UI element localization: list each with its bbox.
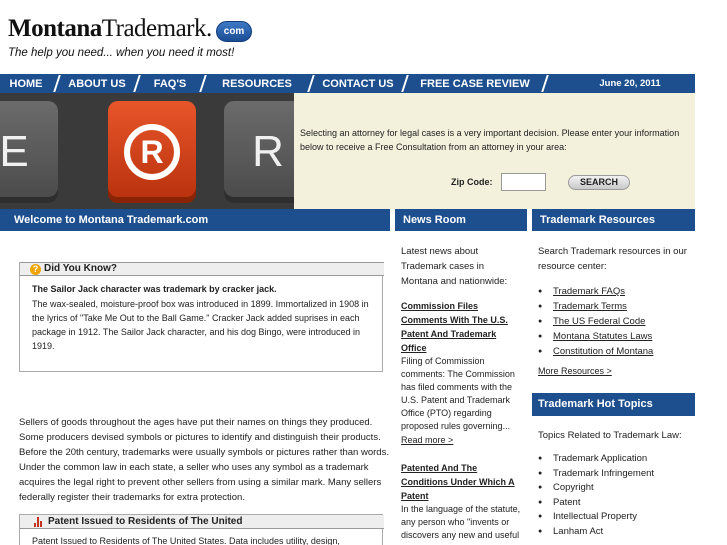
nav-home[interactable]: HOME	[0, 74, 52, 93]
resource-link[interactable]: Trademark Terms	[538, 299, 698, 314]
zip-code-input[interactable]	[501, 173, 546, 191]
nav-date: June 20, 2011	[599, 78, 661, 89]
hot-topic-item[interactable]: Copyright	[538, 481, 698, 496]
nav-faqs[interactable]: FAQ'S	[142, 74, 198, 93]
trademark-intro-text: Sellers of goods throughout the ages hav…	[19, 417, 389, 503]
read-more-link[interactable]: Read more >	[401, 433, 523, 448]
nav-resources[interactable]: RESOURCES	[208, 74, 306, 93]
nav-free-case-review[interactable]: FREE CASE REVIEW	[410, 74, 540, 93]
hot-topics-intro: Topics Related to Trademark Law:	[538, 430, 682, 441]
site-logo[interactable]: Montana Trademark. com	[8, 12, 253, 46]
consultation-form: Selecting an attorney for legal cases is…	[294, 93, 695, 209]
registered-icon: R	[124, 124, 180, 180]
logo-name-regular: Trademark.	[101, 15, 213, 42]
resource-link[interactable]: Constitution of Montana	[538, 344, 698, 359]
resource-link[interactable]: Trademark FAQs	[538, 284, 698, 299]
patent-header: Patent Issued to Residents of The United	[20, 515, 384, 529]
bar-chart-icon	[34, 516, 42, 527]
did-you-know-title: Did You Know?	[44, 263, 117, 274]
keyboard-hero-image: E R R	[0, 93, 294, 209]
hot-topic-item[interactable]: Patent	[538, 496, 698, 511]
hot-topic-item[interactable]: Trademark Infringement	[538, 467, 698, 482]
resource-link[interactable]: Montana Statutes Laws	[538, 329, 698, 344]
main-nav: HOME ABOUT US FAQ'S RESOURCES CONTACT US…	[0, 74, 695, 93]
nav-divider	[400, 74, 410, 93]
tagline: The help you need... when you need it mo…	[8, 47, 235, 59]
news-headline[interactable]: Patented And The Conditions Under Which …	[401, 461, 523, 503]
news-summary: Filing of Commission comments: The Commi…	[401, 356, 515, 431]
patent-title: Patent Issued to Residents of The United	[48, 515, 243, 527]
question-icon: ?	[30, 263, 41, 275]
did-you-know-header: ? Did You Know?	[20, 262, 384, 276]
nav-about-us[interactable]: ABOUT US	[62, 74, 132, 93]
more-resources-link[interactable]: More Resources >	[538, 366, 612, 376]
zip-code-label: Zip Code:	[451, 177, 493, 187]
resource-link[interactable]: The US Federal Code	[538, 314, 698, 329]
logo-com-pill: com	[215, 20, 253, 42]
logo-name-bold: Montana	[8, 15, 102, 42]
patent-box: Patent Issued to Residents of The United…	[19, 514, 384, 545]
resources-intro: Search Trademark resources in our resour…	[538, 246, 687, 272]
hot-topic-item[interactable]: Trademark Application	[538, 452, 698, 467]
hot-topics-header: Trademark Hot Topics	[532, 393, 695, 416]
trademark-resources-header: Trademark Resources	[532, 209, 695, 231]
keyboard-key-r: R	[224, 101, 294, 203]
nav-divider	[198, 74, 208, 93]
patent-body: Patent Issued to Residents of The United…	[32, 536, 340, 545]
news-summary: In the language of the statute, any pers…	[401, 504, 521, 545]
keyboard-key-registered: R	[108, 101, 196, 203]
hot-topic-item[interactable]: Lanham Act	[538, 525, 698, 540]
welcome-header: Welcome to Montana Trademark.com	[0, 209, 390, 231]
consultation-intro: Selecting an attorney for legal cases is…	[300, 128, 680, 152]
hot-topics-list: Trademark Application Trademark Infringe…	[538, 452, 698, 539]
hot-topic-item[interactable]: Intellectual Property	[538, 510, 698, 525]
hot-topics-column: Topics Related to Trademark Law: Tradema…	[538, 430, 698, 539]
news-intro: Latest news about Trademark cases in Mon…	[401, 246, 508, 287]
nav-contact-us[interactable]: CONTACT US	[316, 74, 400, 93]
nav-divider	[540, 74, 550, 93]
news-headline[interactable]: Commission Files Comments With The U.S. …	[401, 299, 523, 355]
resources-list: Trademark FAQs Trademark Terms The US Fe…	[538, 284, 698, 359]
nav-divider	[52, 74, 62, 93]
search-button[interactable]: SEARCH	[568, 175, 630, 190]
fact-title: The Sailor Jack character was trademark …	[32, 284, 277, 294]
nav-divider	[132, 74, 142, 93]
news-room-header: News Room	[395, 209, 527, 231]
did-you-know-box: ? Did You Know? The Sailor Jack characte…	[19, 262, 384, 372]
resources-column: Search Trademark resources in our resour…	[538, 244, 698, 359]
nav-divider	[306, 74, 316, 93]
news-room-column: Latest news about Trademark cases in Mon…	[401, 244, 523, 545]
fact-body: The wax-sealed, moisture-proof box was i…	[32, 299, 369, 351]
keyboard-key-e: E	[0, 101, 58, 203]
